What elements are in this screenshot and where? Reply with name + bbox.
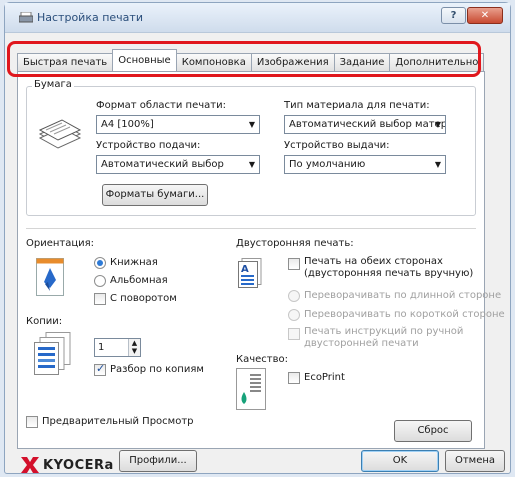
basic-tab-panel: Бумага Формат области печати: A4 [100%] … [17, 71, 505, 449]
media-type-value: Автоматический выбор матер [289, 119, 446, 130]
window-title: Настройка печати [37, 11, 143, 24]
paper-group-label: Бумага [32, 79, 74, 90]
ecoprint-page-icon [236, 368, 266, 410]
ok-button[interactable]: OK [361, 450, 439, 472]
copies-value: 1 [98, 342, 105, 353]
output-tray-value: По умолчанию [289, 159, 366, 170]
landscape-label: Альбомная [110, 275, 168, 286]
chevron-down-icon: ▼ [248, 160, 255, 169]
paper-source-select[interactable]: Автоматический выбор ▼ [96, 155, 260, 174]
tab-advanced[interactable]: Дополнительно [389, 53, 485, 71]
ecoprint-checkbox[interactable] [288, 372, 300, 384]
tab-imaging[interactable]: Изображения [250, 53, 335, 71]
title-bar: Настройка печати ? ✕ [5, 3, 510, 33]
reset-button[interactable]: Сброс [394, 420, 472, 442]
profiles-button[interactable]: Профили... [119, 450, 197, 472]
flip-short-edge-label: Переворачивать по короткой стороне [304, 309, 505, 320]
chevron-down-icon: ▼ [248, 120, 255, 129]
flip-short-edge-radio[interactable] [288, 309, 300, 321]
print-size-value: A4 [100%] [101, 119, 154, 130]
printer-icon [19, 12, 33, 23]
cancel-button[interactable]: Отмена [445, 450, 505, 472]
tab-job[interactable]: Задание [333, 53, 391, 71]
ecoprint-label: EcoPrint [304, 372, 345, 383]
svg-text:A: A [241, 264, 249, 275]
paper-stack-icon [38, 119, 82, 149]
divider [26, 228, 476, 229]
paper-source-label: Устройство подачи: [96, 140, 201, 151]
preview-label: Предварительный Просмотр [42, 416, 194, 427]
duplex-page-icon: A [238, 258, 262, 288]
spinner-arrows-icon[interactable]: ▲ ▼ [128, 339, 140, 356]
kyocera-logo: KYOCERa [21, 457, 114, 473]
tab-quick-print[interactable]: Быстрая печать [17, 53, 114, 71]
tab-basic[interactable]: Основные [112, 49, 177, 71]
chevron-down-icon: ▼ [434, 160, 441, 169]
portrait-label: Книжная [110, 257, 158, 268]
flip-long-edge-radio[interactable] [288, 290, 300, 302]
tab-layout[interactable]: Компоновка [175, 53, 252, 71]
brand-name: KYOCERa [43, 457, 114, 473]
orientation-label: Ориентация: [26, 238, 95, 249]
flip-long-edge-label: Переворачивать по длинной стороне [304, 290, 502, 301]
collated-copies-icon [34, 332, 71, 375]
output-tray-select[interactable]: По умолчанию ▼ [284, 155, 446, 174]
rotated-checkbox[interactable] [94, 293, 106, 305]
duplex-instructions-line2: двусторонней печати [304, 338, 419, 349]
tab-bar: Быстрая печать Основные Компоновка Изобр… [17, 49, 485, 71]
paper-sizes-button[interactable]: Форматы бумаги... [102, 184, 208, 206]
print-size-label: Формат области печати: [96, 100, 226, 111]
paper-source-value: Автоматический выбор [101, 159, 224, 170]
duplex-both-sides-line2: (двусторонняя печать вручную) [304, 268, 474, 279]
duplex-instructions-line1: Печать инструкций по ручной [304, 326, 464, 337]
collate-checkbox[interactable] [94, 362, 106, 376]
collate-label: Разбор по копиям [110, 364, 204, 375]
output-tray-label: Устройство выдачи: [284, 140, 390, 151]
kyocera-logo-icon [21, 457, 39, 473]
portrait-page-icon [36, 258, 64, 296]
media-type-label: Тип материала для печати: [284, 100, 430, 111]
duplex-checkbox[interactable] [288, 258, 300, 270]
quality-label: Качество: [236, 354, 288, 365]
preview-checkbox[interactable] [26, 416, 38, 428]
print-settings-window: Настройка печати ? ✕ Быстрая печать Осно… [4, 2, 511, 474]
media-type-select[interactable]: Автоматический выбор матер ▼ [284, 115, 446, 134]
help-button[interactable]: ? [441, 7, 466, 24]
duplex-both-sides-line1: Печать на обеих сторонах [304, 256, 443, 267]
rotated-label: С поворотом [110, 293, 177, 304]
copies-spinner[interactable]: 1 ▲ ▼ [94, 338, 141, 357]
portrait-radio[interactable] [94, 257, 106, 269]
duplex-label: Двусторонняя печать: [236, 238, 354, 249]
close-button[interactable]: ✕ [467, 7, 503, 24]
chevron-down-icon: ▼ [434, 120, 441, 129]
landscape-radio[interactable] [94, 275, 106, 287]
copies-label: Копии: [26, 316, 63, 327]
duplex-instructions-checkbox[interactable] [288, 328, 300, 340]
print-size-select[interactable]: A4 [100%] ▼ [96, 115, 260, 134]
